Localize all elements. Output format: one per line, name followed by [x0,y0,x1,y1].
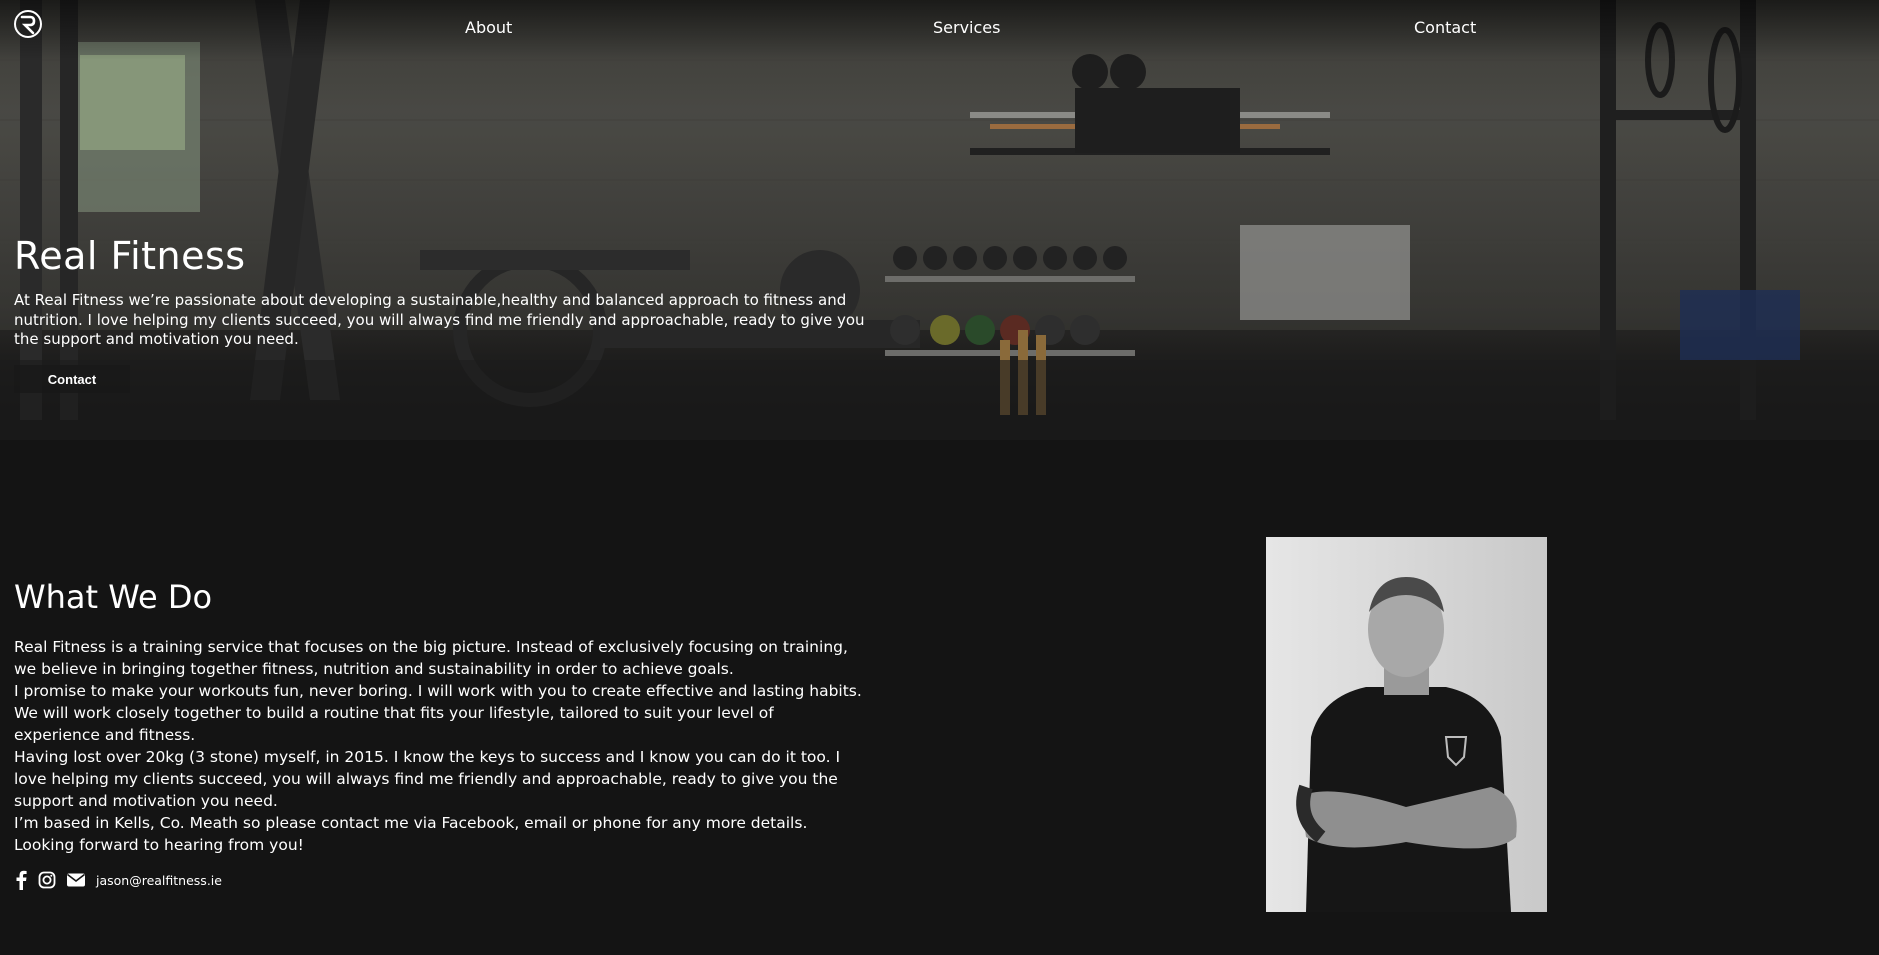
facebook-icon[interactable] [14,870,28,890]
trainer-photo [1266,537,1547,912]
hero-background-image [0,0,1879,440]
about-paragraph: Looking forward to hearing from you! [14,836,304,854]
logo-icon[interactable] [13,9,43,39]
email-link[interactable]: jason@realfitness.ie [96,873,222,888]
about-text: Real Fitness is a training service that … [14,636,864,856]
envelope-icon[interactable] [66,872,86,888]
section-title: What We Do [14,578,213,616]
nav-link-about[interactable]: About [465,18,512,37]
hero-description: At Real Fitness we’re passionate about d… [14,291,865,348]
hero-title: Real Fitness [14,234,246,278]
about-paragraph: I promise to make your workouts fun, nev… [14,682,862,700]
about-paragraph: Real Fitness is a training service that … [14,638,848,678]
about-paragraph: We will work closely together to build a… [14,704,774,744]
hero-section [0,0,1879,440]
social-links: jason@realfitness.ie [14,870,222,890]
hero-contact-button[interactable]: Contact [14,365,130,393]
nav-link-services[interactable]: Services [933,18,1000,37]
about-paragraph: I’m based in Kells, Co. Meath so please … [14,814,808,832]
about-paragraph: Having lost over 20kg (3 stone) myself, … [14,748,841,810]
nav-link-contact[interactable]: Contact [1414,18,1476,37]
instagram-icon[interactable] [38,871,56,889]
